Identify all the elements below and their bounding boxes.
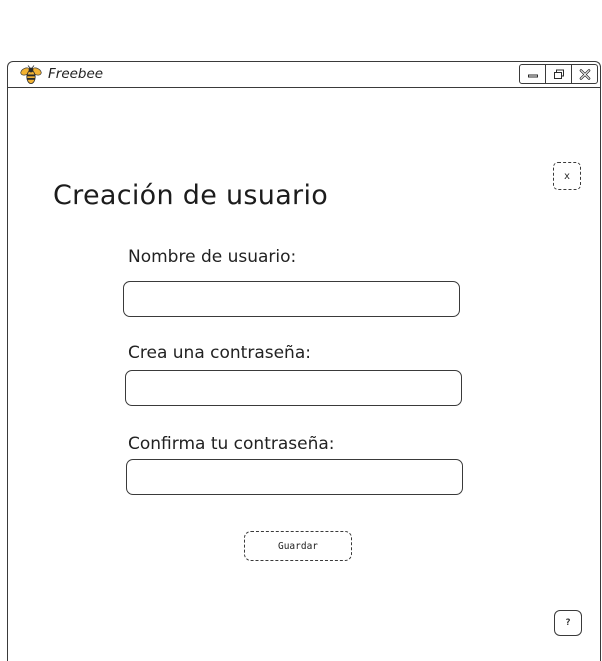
password-label: Crea una contraseña: (128, 343, 311, 363)
minimize-button[interactable] (519, 64, 546, 84)
confirm-password-input[interactable] (126, 459, 463, 495)
window-close-button[interactable] (571, 64, 598, 84)
username-label: Nombre de usuario: (128, 247, 297, 267)
minimize-icon (527, 74, 538, 78)
save-button[interactable]: Guardar (244, 531, 352, 561)
close-icon (579, 68, 590, 80)
close-form-button[interactable]: x (553, 162, 581, 190)
maximize-icon (553, 69, 564, 79)
maximize-button[interactable] (545, 64, 572, 84)
app-name: Freebee (48, 66, 104, 82)
password-input[interactable] (125, 370, 462, 406)
username-input[interactable] (123, 281, 460, 317)
window-controls (519, 64, 598, 84)
title-bar: Freebee (8, 62, 600, 88)
bee-icon (20, 65, 42, 84)
page-title: Creación de usuario (53, 180, 329, 212)
help-button[interactable]: ? (554, 610, 582, 636)
confirm-password-label: Confirma tu contraseña: (128, 434, 335, 454)
